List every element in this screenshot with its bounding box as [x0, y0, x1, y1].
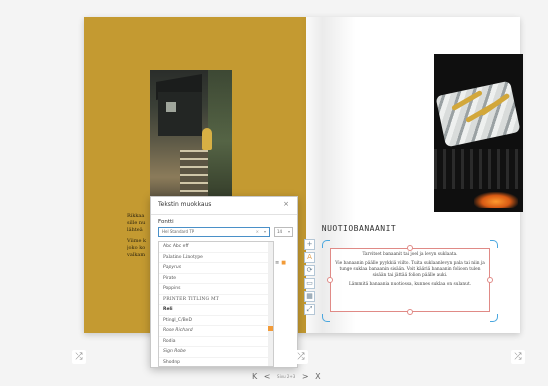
expand-icon[interactable]: ⤢ [304, 304, 315, 315]
font-option[interactable]: Palatino Linotype [159, 253, 273, 263]
resize-handle[interactable] [407, 309, 413, 315]
align-icon[interactable]: ≡ [275, 260, 279, 266]
editor-canvas: Rikkaa sille nu lähteä Viime k joko ko v… [0, 0, 548, 386]
font-size-value: 14 [277, 229, 283, 234]
plus-icon[interactable]: + [304, 239, 315, 250]
font-option[interactable]: PRINTER TITLING MT [159, 295, 273, 305]
panel-title: Tekstin muokkaus [158, 201, 212, 208]
left-page-photo[interactable] [150, 70, 232, 213]
recipe-paragraph: Tarvitset banaanit tai joel ja levyn suk… [362, 252, 458, 257]
font-option[interactable]: Ptingl_C/BeD [159, 316, 273, 326]
font-option[interactable]: Abc Abc eff [159, 242, 273, 253]
last-page-button[interactable]: X [315, 372, 320, 381]
page-navigation: K < Sivu 2+3 > X [252, 372, 352, 384]
prev-page-button[interactable]: < [264, 372, 271, 381]
chevron-down-icon: ▾ [263, 229, 266, 234]
font-size-select[interactable]: 14 ▾ [274, 227, 293, 237]
font-option[interactable]: Reli [159, 305, 273, 316]
scroll-thumb[interactable] [268, 326, 273, 331]
font-option[interactable]: Rodia [159, 337, 273, 347]
element-toolbar: + A ⟳ ▭ ▦ ⤢ [304, 239, 316, 317]
text-color-icon[interactable]: ■ [281, 260, 286, 266]
font-option[interactable]: Sign Robe [159, 347, 273, 358]
recipe-paragraph: Lämmitä banaania nuotiossa, kunnes sukla… [348, 282, 472, 287]
recipe-paragraph: Vie banaanin päälle pyykkiä viilto. Tuit… [335, 261, 485, 278]
clear-icon[interactable]: × [256, 228, 259, 236]
image-icon[interactable]: ▦ [304, 291, 315, 302]
next-page-button[interactable]: > [302, 372, 309, 381]
font-list-scrollbar[interactable] [268, 242, 273, 366]
font-option[interactable]: Papyrus [159, 263, 273, 274]
selection-corner-handle[interactable] [322, 240, 330, 248]
resize-handle[interactable] [407, 245, 413, 251]
font-family-select[interactable]: Hel Standard TP × ▾ [158, 227, 270, 237]
recipe-title[interactable]: NUOTIOBANAANIT [288, 224, 430, 233]
selection-corner-handle[interactable] [322, 314, 330, 322]
text-edit-panel: Tekstin muokkaus × Fontti Hel Standard T… [150, 196, 298, 368]
page-indicator: Sivu 2+3 [277, 374, 296, 379]
rotate-icon[interactable]: ⟳ [304, 265, 315, 276]
font-option[interactable]: Shodnp [159, 358, 273, 367]
font-family-value: Hel Standard TP [162, 229, 195, 234]
shuffle-icon[interactable]: ⤮ [72, 350, 86, 364]
selected-text-box[interactable]: Tarvitset banaanit tai joel ja levyn suk… [330, 248, 490, 312]
resize-handle[interactable] [327, 277, 333, 283]
layer-icon[interactable]: ▭ [304, 278, 315, 289]
font-dropdown-list[interactable]: Abc Abc eff Palatino Linotype Papyrus Pi… [158, 241, 274, 367]
font-option[interactable]: Rose Richard [159, 326, 273, 337]
text-icon[interactable]: A [304, 252, 315, 263]
font-option[interactable]: Poppins [159, 284, 273, 295]
shuffle-icon[interactable]: ⤮ [511, 350, 525, 364]
resize-handle[interactable] [487, 277, 493, 283]
format-icons: ≡ ■ [275, 249, 295, 268]
font-option[interactable]: Pirate [159, 274, 273, 284]
shuffle-icon[interactable]: ⤮ [294, 350, 308, 364]
chevron-down-icon: ▾ [287, 229, 290, 234]
font-label: Fontti [158, 219, 174, 225]
first-page-button[interactable]: K [252, 372, 257, 381]
close-icon[interactable]: × [283, 200, 289, 208]
right-page-photo[interactable] [434, 54, 523, 212]
selection-corner-handle[interactable] [490, 240, 498, 248]
